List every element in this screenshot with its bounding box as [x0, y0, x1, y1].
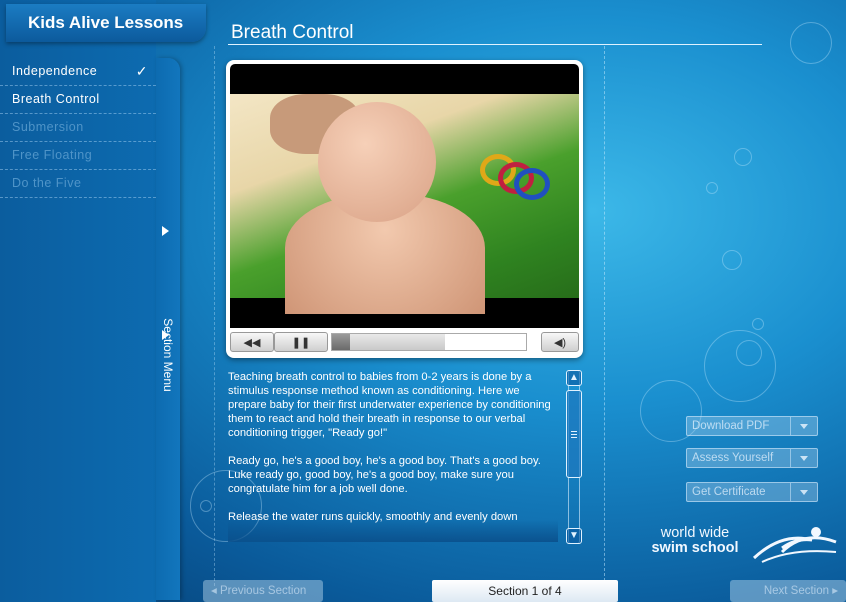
bubble-decoration [722, 250, 742, 270]
rewind-icon: ◀◀ [243, 337, 261, 349]
sidebar-item-label: Free Floating [12, 148, 93, 162]
chevron-down-icon [790, 417, 817, 435]
logo-line-1: world wide [660, 525, 730, 541]
volume-button[interactable]: ◀) [541, 332, 579, 352]
pause-icon: ❚❚ [291, 337, 311, 349]
chevron-down-icon: ▼ [569, 530, 579, 541]
chevron-down-icon [790, 483, 817, 501]
logo-line-2: swim school [651, 540, 739, 556]
rewind-button[interactable]: ◀◀ [230, 332, 274, 352]
divider [214, 46, 215, 586]
chevron-right-icon: ▸ [832, 585, 838, 597]
bubble-decoration [704, 330, 776, 402]
divider [604, 46, 605, 586]
bubble-decoration [200, 500, 212, 512]
title-underline [228, 44, 762, 45]
grip-line [571, 434, 577, 435]
lesson-menu: Independence ✓ Breath Control Submersion… [0, 58, 156, 198]
toy-ring [514, 168, 550, 200]
chevron-down-icon [790, 449, 817, 467]
bubble-decoration [790, 22, 832, 64]
transcript-paragraph: Ready go, he's a good boy, he's a good b… [228, 455, 541, 495]
next-section-label: Next Section [763, 585, 830, 597]
sidebar-item-independence[interactable]: Independence ✓ [0, 58, 156, 86]
bubble-decoration [706, 182, 718, 194]
video-image [230, 94, 579, 314]
previous-section-button[interactable]: ◂ Previous Section [203, 580, 323, 602]
video-controls: ◀◀ ❚❚ ◀) [230, 332, 579, 354]
page-title: Breath Control [231, 22, 354, 43]
bubble-decoration [752, 318, 764, 330]
brand-logo-text: world wide swim school [640, 526, 750, 556]
volume-icon: ◀) [553, 337, 567, 349]
baby-head [318, 102, 436, 222]
sidebar-item-submersion[interactable]: Submersion [0, 114, 156, 142]
scroll-up-button[interactable]: ▲ [566, 370, 582, 386]
download-pdf-label: Download PDF [692, 420, 770, 432]
sidebar-item-label: Do the Five [12, 176, 82, 190]
check-icon: ✓ [135, 63, 148, 79]
sidebar-item-label: Independence [12, 64, 98, 78]
video-progress-bar[interactable] [331, 333, 527, 351]
video-player: ◀◀ ❚❚ ◀) [226, 60, 583, 358]
arrow-right-icon [162, 330, 169, 340]
pause-button[interactable]: ❚❚ [274, 332, 328, 352]
sidebar-item-breath-control[interactable]: Breath Control [0, 86, 156, 114]
transcript-text: Teaching breath control to babies from 0… [228, 370, 558, 540]
sidebar-item-label: Breath Control [12, 92, 100, 106]
bottom-navigation: ◂ Previous Section Section 1 of 4 Next S… [180, 580, 846, 602]
grip-line [571, 431, 577, 432]
section-indicator: Section 1 of 4 [432, 580, 618, 602]
app-title: Kids Alive Lessons [6, 4, 206, 42]
chevron-up-icon: ▲ [569, 372, 579, 383]
transcript-scrollbar[interactable]: ▲ ▼ [566, 370, 582, 544]
scrollbar-thumb[interactable] [566, 390, 582, 478]
get-certificate-label: Get Certificate [692, 486, 766, 498]
sidebar-item-do-the-five[interactable]: Do the Five [0, 170, 156, 198]
arrow-right-icon [162, 226, 169, 236]
get-certificate-button[interactable]: Get Certificate [686, 482, 818, 502]
swimmer-logo-icon [752, 527, 837, 563]
scroll-down-button[interactable]: ▼ [566, 528, 582, 544]
grip-line [571, 437, 577, 438]
download-pdf-button[interactable]: Download PDF [686, 416, 818, 436]
previous-section-label: Previous Section [219, 585, 307, 597]
bubble-decoration [734, 148, 752, 166]
assess-yourself-label: Assess Yourself [692, 452, 774, 464]
video-frame[interactable] [230, 64, 579, 328]
text-fade [228, 520, 558, 542]
transcript-paragraph: Teaching breath control to babies from 0… [228, 371, 551, 439]
section-menu-tab[interactable]: Section Menu [156, 58, 180, 600]
assess-yourself-button[interactable]: Assess Yourself [686, 448, 818, 468]
sidebar-item-label: Submersion [12, 120, 84, 134]
app-window: Independence ✓ Breath Control Submersion… [0, 0, 846, 602]
chevron-left-icon: ◂ [211, 585, 217, 597]
next-section-button[interactable]: Next Section ▸ [730, 580, 846, 602]
progress-knob[interactable] [332, 334, 350, 350]
sidebar-item-free-floating[interactable]: Free Floating [0, 142, 156, 170]
section-menu-label: Section Menu [161, 318, 175, 392]
sidebar: Independence ✓ Breath Control Submersion… [0, 0, 156, 602]
bubble-decoration [736, 340, 762, 366]
